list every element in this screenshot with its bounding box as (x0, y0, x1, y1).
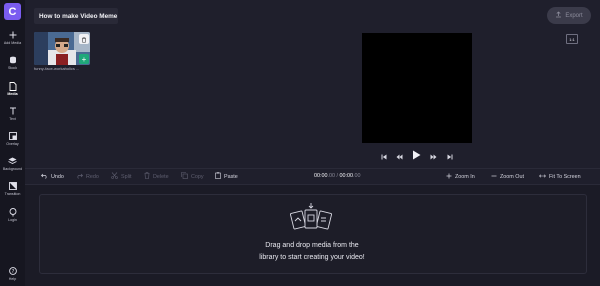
play-button[interactable] (411, 150, 421, 162)
rewind-button[interactable] (395, 150, 403, 162)
add-media-to-timeline-button[interactable]: + (79, 54, 89, 64)
layers-icon (8, 156, 18, 166)
upload-icon (555, 11, 562, 20)
zoom-in-button[interactable]: Zoom In (446, 169, 475, 184)
plus-icon (8, 30, 18, 40)
aspect-ratio-button[interactable]: 1:1 (566, 34, 578, 44)
sidebar-item-text[interactable]: Text (0, 106, 25, 121)
skip-to-start-button[interactable] (380, 150, 388, 162)
app-logo[interactable]: C (4, 3, 21, 20)
sidebar-item-stock[interactable]: Stock (0, 55, 25, 70)
play-icon (412, 147, 421, 165)
edit-toolbar: Undo Redo Split Delete Copy Paste 00:00.… (25, 168, 600, 185)
redo-button[interactable]: Redo (76, 169, 99, 184)
trash-icon (81, 30, 87, 48)
sidebar-item-media[interactable]: Media (0, 81, 25, 96)
skip-start-icon (381, 147, 387, 165)
undo-button[interactable]: Undo (41, 169, 64, 184)
copy-icon (181, 172, 188, 181)
clipboard-icon (215, 172, 221, 181)
redo-icon (76, 173, 83, 181)
sidebar-item-background[interactable]: Background (0, 156, 25, 171)
overlay-icon (8, 131, 18, 141)
sidebar: C Add Media Stock Media Text Overlay Bac… (0, 0, 25, 286)
fast-forward-button[interactable] (429, 150, 437, 162)
playback-controls (380, 150, 456, 162)
export-button[interactable]: Export (547, 7, 591, 24)
project-title[interactable]: How to make Video Meme (34, 8, 118, 24)
sidebar-item-login[interactable]: Login (0, 207, 25, 222)
skip-to-end-button[interactable] (446, 150, 454, 162)
user-icon (8, 207, 18, 217)
file-icon (8, 81, 18, 91)
delete-button[interactable]: Delete (144, 169, 169, 184)
sidebar-item-add-media[interactable]: Add Media (0, 30, 25, 45)
split-button[interactable]: Split (111, 169, 132, 184)
scissors-icon (111, 172, 118, 181)
svg-text:?: ? (11, 269, 14, 275)
timeline (25, 185, 600, 286)
delete-media-button[interactable] (79, 34, 89, 44)
dropzone-message: Drag and drop media from the library to … (259, 242, 365, 261)
sidebar-item-transition[interactable]: Transition (0, 181, 25, 196)
database-icon (8, 55, 18, 65)
paste-button[interactable]: Paste (215, 169, 238, 184)
timecode: 00:00.00 / 00:00.00 (314, 173, 361, 179)
drag-drop-media-icon (289, 203, 333, 233)
skip-end-icon (447, 147, 453, 165)
sidebar-item-help[interactable]: ? Help (0, 266, 25, 281)
help-icon: ? (8, 266, 18, 276)
rewind-icon (396, 147, 403, 165)
video-preview[interactable] (362, 33, 472, 143)
trash-icon (144, 172, 150, 181)
fast-forward-icon (430, 147, 437, 165)
undo-icon (41, 173, 48, 181)
transition-icon (8, 181, 18, 191)
text-icon (8, 106, 18, 116)
media-filename: funny-face-workaholics ... (34, 66, 80, 71)
copy-button[interactable]: Copy (181, 169, 204, 184)
minus-icon (491, 173, 497, 181)
sidebar-item-overlay[interactable]: Overlay (0, 131, 25, 146)
fit-screen-icon (539, 173, 546, 181)
fit-to-screen-button[interactable]: Fit To Screen (539, 169, 581, 184)
plus-icon (446, 173, 452, 181)
zoom-out-button[interactable]: Zoom Out (491, 169, 524, 184)
